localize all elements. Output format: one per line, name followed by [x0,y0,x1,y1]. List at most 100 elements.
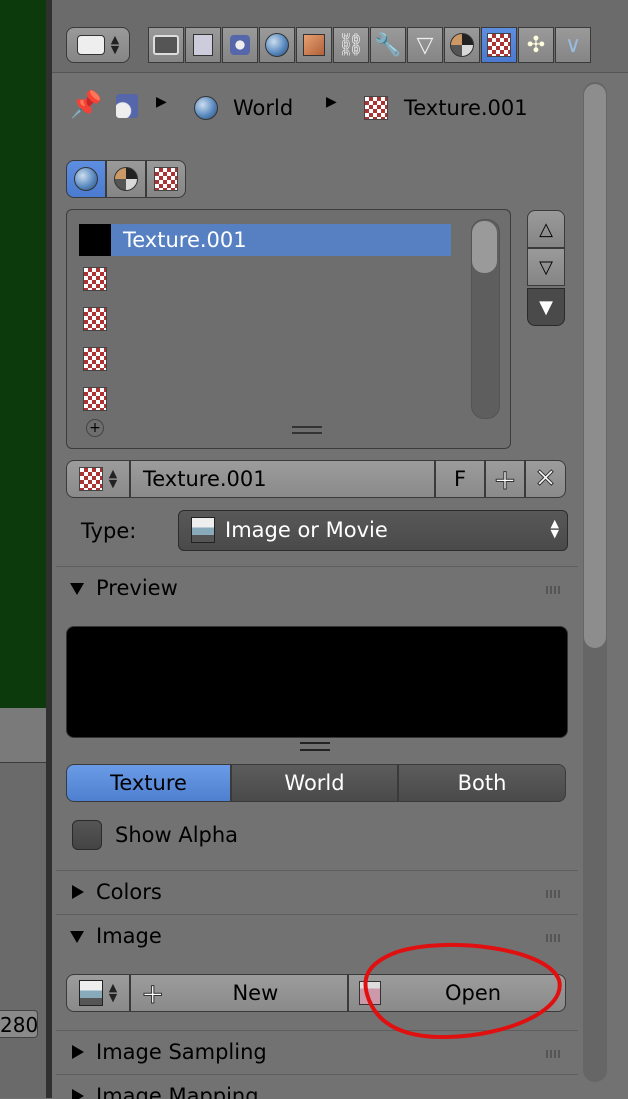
chevron-right-icon: ▶ [156,94,167,110]
breadcrumb-texture: Texture.001 [404,96,528,120]
texture-name-field[interactable]: Texture.001 [130,460,435,498]
new-image-label: New [232,981,279,1005]
other-texture-context-button[interactable] [146,160,186,198]
fake-user-button[interactable]: F [435,460,485,498]
scene-small-icon [116,94,138,118]
chevron-right-icon: ▶ [326,94,337,110]
segment-label: Texture [110,771,187,795]
specials-menu-button[interactable]: ▼ [527,288,565,326]
close-icon: ✕ [534,464,557,495]
add-filter-icon[interactable]: + [86,419,104,437]
show-alpha-checkbox[interactable] [72,820,102,850]
timeline-header [0,708,46,763]
image-mapping-panel-header[interactable]: Image Mapping [56,1074,578,1099]
segment-label: World [284,771,345,795]
texture-icon [78,467,103,491]
annotation-circle [363,942,562,1040]
image-title: Image [96,924,162,948]
world-texture-context-button[interactable] [66,160,106,198]
segment-label: Both [457,771,507,795]
preview-mode-world-button[interactable]: World [231,764,398,802]
image-mapping-title: Image Mapping [96,1084,259,1099]
render-icon[interactable] [148,27,184,63]
plus-icon: + [140,976,165,1010]
constraints-icon[interactable]: ⛓ [333,27,369,63]
type-dropdown[interactable]: Image or Movie ▲ ▼ [178,510,568,551]
material-icon [114,167,138,191]
list-item[interactable] [79,343,451,375]
move-up-button[interactable]: △ [527,210,565,248]
physics-icon[interactable]: ∨ [555,27,591,63]
scene-icon[interactable] [222,27,258,63]
colors-title: Colors [96,880,162,904]
move-down-button[interactable]: ▽ [527,248,565,286]
type-label: Type: [81,519,137,543]
triangle-up-icon: △ [539,218,553,240]
texture-icon [83,387,107,411]
fake-user-label: F [453,467,467,491]
updown-arrows-icon: ▲ ▼ [108,467,118,490]
properties-editor-icon [76,35,105,55]
editor-type-selector[interactable]: ▲ ▼ [66,27,130,63]
list-item[interactable]: Texture.001 [79,224,451,256]
colors-panel-header[interactable]: Colors [56,870,578,915]
new-texture-button[interactable]: + [485,460,525,498]
texture-icon [83,307,107,331]
texture-icon [83,267,107,291]
pin-icon[interactable]: 📌 [70,90,102,120]
disclosure-open-icon [70,583,84,595]
list-resize-grip-icon[interactable] [292,426,322,434]
preview-title: Preview [96,576,178,600]
updown-arrows-icon: ▲ ▼ [550,517,559,540]
triangle-down-icon: ▽ [539,256,553,278]
modifiers-icon[interactable]: 🔧 [370,27,406,63]
texture-icon [364,96,388,120]
material-texture-context-button[interactable] [106,160,146,198]
preview-mode-both-button[interactable]: Both [398,764,566,802]
texture-context-buttons [66,160,186,198]
new-image-button[interactable]: + New [130,974,348,1012]
material-icon[interactable] [444,27,480,63]
preview-resize-grip-icon[interactable] [300,742,330,751]
texture-preview [66,626,568,738]
unlink-texture-button[interactable]: ✕ [525,460,566,498]
render-layers-icon[interactable] [185,27,221,63]
texture-icon [154,167,178,191]
list-item[interactable] [79,263,451,295]
texture-browse-button[interactable]: ▲ ▼ [66,460,130,498]
drag-grip-icon[interactable] [546,890,562,898]
object-icon[interactable] [296,27,332,63]
world-icon[interactable] [259,27,295,63]
updown-arrows-icon: ▲ ▼ [110,33,120,56]
breadcrumb: 📌 ▶ World ▶ Texture.001 [66,88,566,128]
list-scrollbar-thumb[interactable] [472,221,497,273]
show-alpha-label: Show Alpha [115,823,239,847]
drag-grip-icon[interactable] [546,586,562,594]
context-tabs: ⛓ 🔧 ▽ ✣ ∨ [148,27,618,63]
data-icon[interactable]: ▽ [407,27,443,63]
type-value: Image or Movie [225,518,388,542]
list-item[interactable] [79,383,451,415]
texture-swatch [79,224,111,256]
breadcrumb-world: World [233,96,294,120]
image-browse-button[interactable]: ▲ ▼ [66,974,130,1012]
updown-arrows-icon: ▲ ▼ [108,981,118,1004]
list-item[interactable] [79,303,451,335]
world-icon [194,96,218,120]
drag-grip-icon[interactable] [546,1050,562,1058]
image-icon [78,980,103,1006]
properties-scrollbar-thumb[interactable] [584,84,606,648]
3d-viewport[interactable] [0,0,46,708]
timeline-editor[interactable] [0,708,46,1098]
particles-icon[interactable]: ✣ [518,27,554,63]
preview-panel-header[interactable]: Preview [56,566,578,611]
disclosure-closed-icon [72,885,84,899]
image-icon [191,517,215,543]
preview-mode-texture-button[interactable]: Texture [66,764,231,802]
frame-number-field[interactable]: 280 [0,1010,38,1038]
down-arrow-icon: ▼ [539,296,553,318]
disclosure-open-icon [70,931,84,943]
plus-icon: + [493,462,517,496]
texture-icon[interactable] [481,27,517,63]
texture-name-text: Texture.001 [143,467,267,491]
